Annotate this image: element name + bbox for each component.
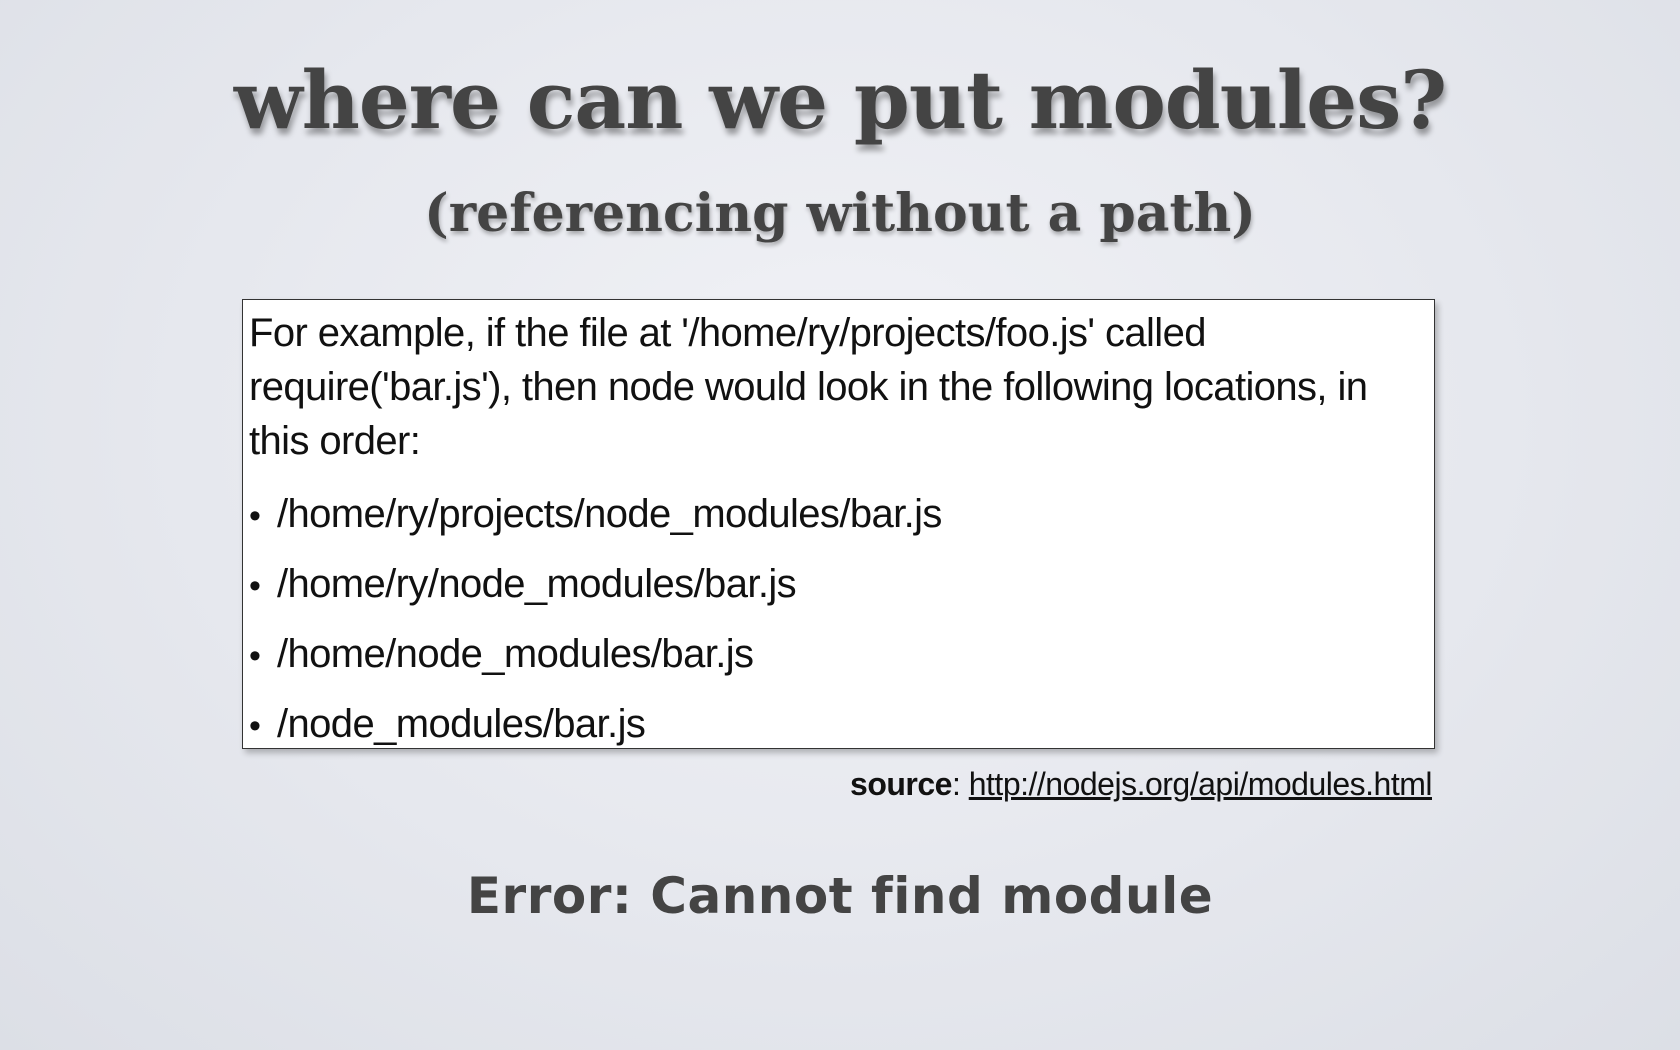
- bullet-icon: •: [249, 567, 261, 605]
- source-separator: :: [951, 766, 969, 802]
- slide-subtitle: (referencing without a path): [424, 183, 1256, 244]
- path-text: /home/ry/node_modules/bar.js: [277, 562, 797, 606]
- list-item: • /home/node_modules/bar.js: [249, 620, 1426, 690]
- slide: where can we put modules? (referencing w…: [0, 0, 1680, 1050]
- bullet-icon: •: [249, 637, 261, 675]
- list-item: • /home/ry/projects/node_modules/bar.js: [249, 480, 1426, 550]
- source-link[interactable]: http://nodejs.org/api/modules.html: [969, 766, 1433, 802]
- path-list: • /home/ry/projects/node_modules/bar.js •…: [249, 480, 1426, 748]
- bullet-icon: •: [249, 707, 261, 745]
- path-text: /node_modules/bar.js: [277, 702, 646, 746]
- path-text: /home/node_modules/bar.js: [277, 632, 754, 676]
- bullet-icon: •: [249, 497, 261, 535]
- slide-title: where can we put modules?: [233, 53, 1447, 147]
- source-label: source: [850, 766, 952, 802]
- source-citation: source: http://nodejs.org/api/modules.ht…: [850, 764, 1432, 804]
- quote-intro: For example, if the file at '/home/ry/pr…: [249, 311, 1368, 463]
- list-item: • /node_modules/bar.js: [249, 690, 1426, 748]
- error-message: Error: Cannot find module: [466, 867, 1214, 925]
- list-item: • /home/ry/node_modules/bar.js: [249, 550, 1426, 620]
- path-text: /home/ry/projects/node_modules/bar.js: [277, 492, 942, 536]
- quote-box: For example, if the file at '/home/ry/pr…: [242, 299, 1435, 749]
